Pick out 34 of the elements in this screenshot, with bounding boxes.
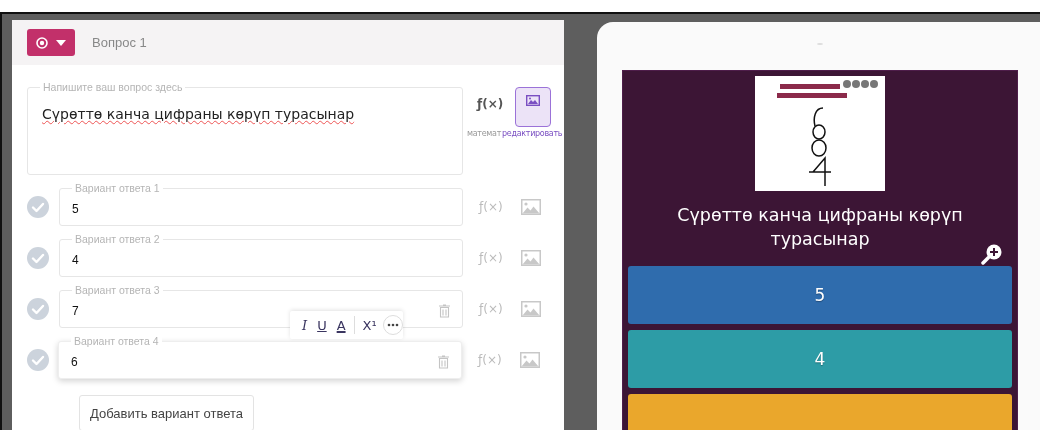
question-text: Сүрөттө канча цифраны көрүп турасынар bbox=[42, 106, 355, 122]
trash-icon[interactable] bbox=[438, 355, 449, 369]
check-icon[interactable] bbox=[27, 298, 49, 320]
image-label: редактировать bbox=[502, 129, 563, 138]
more-icon[interactable] bbox=[382, 315, 403, 335]
answer-option[interactable]: 5 bbox=[628, 266, 1012, 324]
question-number: Вопрос 1 bbox=[92, 35, 147, 50]
caret-icon bbox=[56, 39, 66, 46]
zoom-in-icon[interactable] bbox=[981, 243, 1003, 265]
check-icon[interactable] bbox=[27, 349, 49, 371]
answer-text: 7 bbox=[72, 302, 79, 318]
image-icon bbox=[526, 95, 541, 106]
image-icon[interactable] bbox=[520, 250, 541, 266]
image-icon[interactable] bbox=[520, 199, 541, 215]
field-label: Вариант ответа 2 bbox=[72, 233, 163, 245]
field-label: Вариант ответа 4 bbox=[71, 335, 162, 347]
answer-text: 6 bbox=[71, 353, 78, 369]
image-icon[interactable] bbox=[519, 352, 540, 368]
field-label: Вариант ответа 3 bbox=[72, 284, 163, 296]
add-answer-button[interactable]: Добавить вариант ответа bbox=[79, 395, 255, 430]
target-icon bbox=[36, 36, 48, 49]
math-button[interactable]: ƒ(×) bbox=[477, 97, 504, 111]
field-label: Вариант ответа 1 bbox=[72, 182, 163, 194]
field-label: Напишите ваш вопрос здесь bbox=[40, 81, 186, 93]
check-icon[interactable] bbox=[27, 196, 49, 218]
question-type-button[interactable] bbox=[27, 29, 75, 56]
preview-question: Сүрөттө канча цифраны көрүп турасынар bbox=[676, 204, 964, 251]
answer-text: 5 bbox=[72, 200, 79, 216]
answer-text: 4 bbox=[72, 251, 79, 267]
image-icon[interactable] bbox=[520, 301, 541, 317]
image-button[interactable] bbox=[515, 87, 552, 127]
check-icon[interactable] bbox=[27, 247, 49, 269]
trash-icon[interactable] bbox=[439, 304, 450, 318]
math-label: математ bbox=[467, 129, 502, 138]
